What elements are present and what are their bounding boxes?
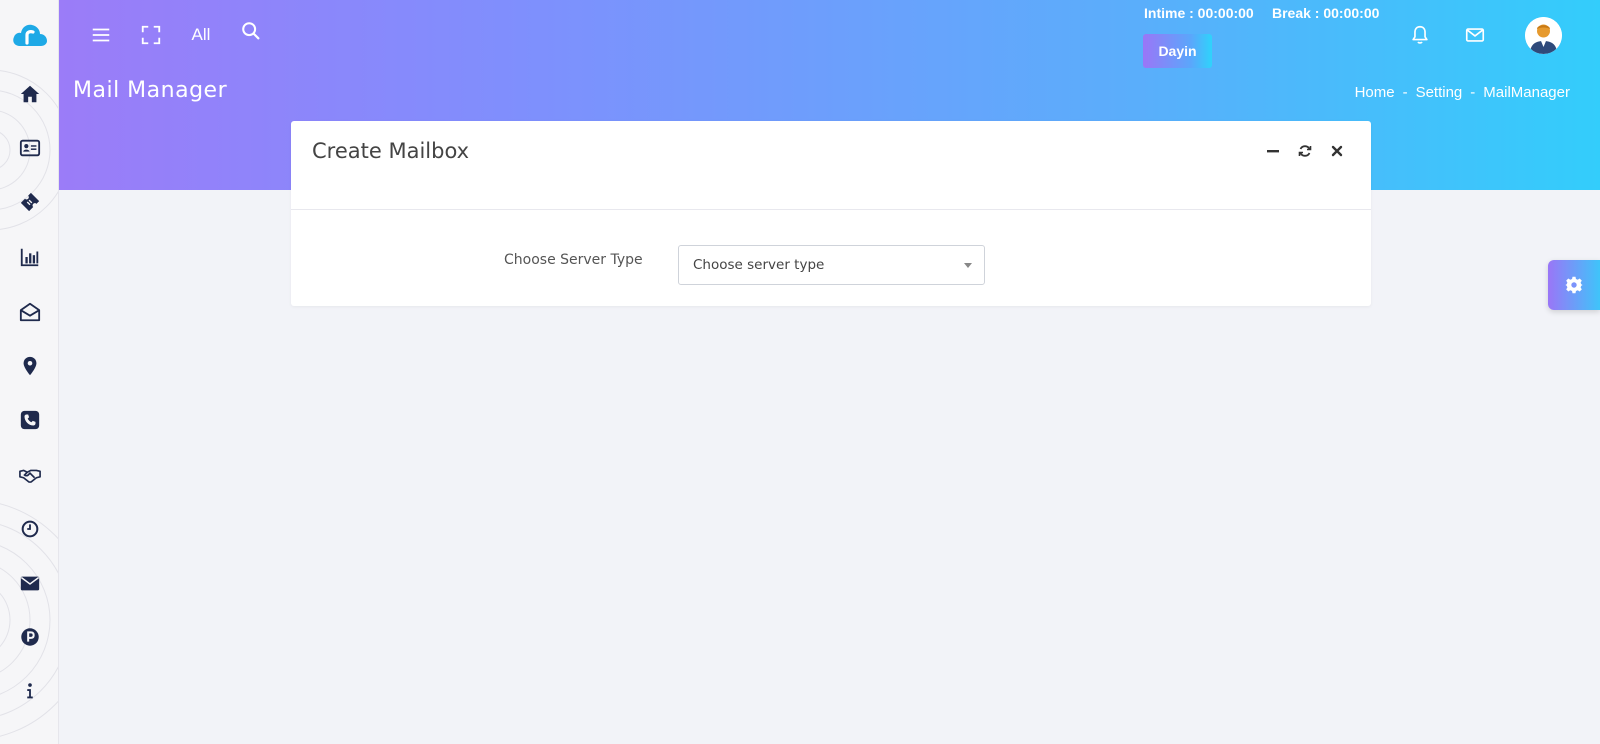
search-icon: [242, 22, 260, 40]
clock-icon: [21, 520, 39, 538]
search-scope-label: All: [191, 25, 211, 44]
sidebar-item-locations[interactable]: [14, 350, 46, 382]
bar-chart-icon: [20, 248, 39, 267]
refresh-card-button[interactable]: [1297, 143, 1313, 159]
menu-toggle-button[interactable]: [89, 18, 113, 52]
minus-icon: [1267, 150, 1279, 153]
refresh-icon: [1298, 145, 1312, 157]
create-mailbox-card: Create Mailbox Choose Server Type Choose…: [291, 121, 1371, 306]
sidebar: [0, 0, 59, 744]
sidebar-item-info[interactable]: [14, 675, 46, 707]
break-counter: Break : 00:00:00: [1272, 5, 1380, 21]
bell-icon: [1412, 25, 1428, 44]
phone-icon: [20, 410, 40, 430]
server-type-select-value: Choose server type: [693, 257, 825, 273]
gear-icon: [1565, 276, 1583, 294]
sidebar-item-mail[interactable]: [14, 567, 46, 599]
user-name-label: Dayin: [1158, 43, 1197, 59]
page-title: Mail Manager: [73, 78, 228, 103]
expand-icon: [141, 25, 161, 45]
messages-button[interactable]: [1463, 18, 1487, 52]
brand-cloud-logo-icon[interactable]: [11, 20, 49, 52]
sidebar-item-parking[interactable]: [14, 621, 46, 653]
sidebar-item-attendance[interactable]: [14, 513, 46, 545]
intime-counter: Intime : 00:00:00: [1144, 5, 1254, 21]
location-pin-icon: [23, 356, 37, 376]
ticket-icon: [20, 192, 40, 212]
close-icon: [1331, 145, 1343, 157]
card-tools: [1265, 143, 1345, 159]
notifications-button[interactable]: [1408, 18, 1432, 52]
breadcrumb-home-link[interactable]: Home: [1355, 84, 1395, 101]
breadcrumb-current: MailManager: [1483, 84, 1570, 101]
close-card-button[interactable]: [1329, 143, 1345, 159]
user-name-badge[interactable]: Dayin: [1143, 34, 1212, 68]
server-type-select[interactable]: Choose server type: [678, 245, 985, 285]
sidebar-item-inbox[interactable]: [14, 296, 46, 328]
card-title: Create Mailbox: [312, 139, 470, 163]
mail-icon: [1465, 28, 1485, 42]
mail-open-icon: [19, 302, 41, 322]
search-button[interactable]: [239, 14, 263, 48]
theme-settings-button[interactable]: [1548, 260, 1600, 310]
minimize-card-button[interactable]: [1265, 143, 1281, 159]
sidebar-item-reports[interactable]: [14, 241, 46, 273]
sidebar-item-contacts[interactable]: [14, 132, 46, 164]
chevron-down-icon: [964, 263, 972, 268]
server-type-label: Choose Server Type: [504, 252, 643, 268]
breadcrumb: Home - Setting - MailManager: [1355, 84, 1570, 101]
user-avatar[interactable]: [1525, 17, 1562, 54]
contact-card-icon: [19, 139, 41, 157]
hamburger-menu-icon: [92, 28, 110, 42]
envelope-icon: [20, 576, 40, 591]
handshake-icon: [19, 469, 41, 483]
sidebar-item-tickets[interactable]: [14, 186, 46, 218]
sidebar-item-home[interactable]: [14, 78, 46, 110]
search-scope-dropdown[interactable]: All: [186, 18, 216, 52]
breadcrumb-separator: -: [1402, 84, 1408, 101]
avatar-person-icon: [1525, 17, 1562, 54]
home-icon: [20, 85, 40, 103]
breadcrumb-setting-link[interactable]: Setting: [1416, 84, 1463, 101]
breadcrumb-separator: -: [1470, 84, 1476, 101]
card-divider: [291, 209, 1371, 210]
parking-icon: [21, 628, 39, 646]
info-icon: [27, 683, 33, 699]
fullscreen-button[interactable]: [139, 18, 163, 52]
sidebar-item-calls[interactable]: [14, 404, 46, 436]
sidebar-item-deals[interactable]: [14, 459, 46, 491]
